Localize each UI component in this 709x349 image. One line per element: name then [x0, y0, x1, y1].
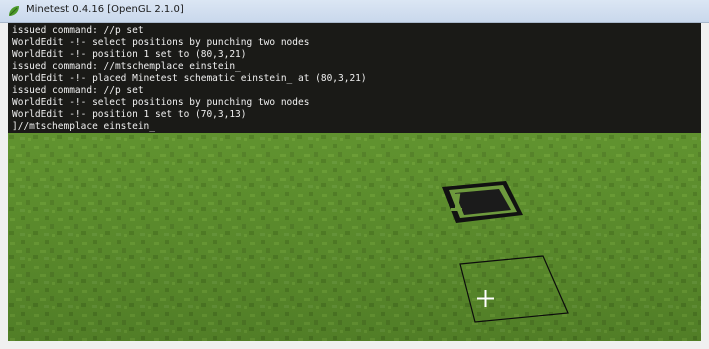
console-line: WorldEdit -!- placed Minetest schematic …: [12, 73, 367, 84]
console-line: WorldEdit -!- position 1 set to (70,3,13…: [12, 109, 247, 120]
game-window: Minetest 0.4.16 [OpenGL 2.1.0] 1 issued …: [0, 0, 709, 349]
console-line: issued command: //mtschemplace einstein_: [12, 61, 241, 72]
chat-console: issued command: //p set WorldEdit -!- se…: [8, 23, 701, 133]
minetest-leaf-icon: [9, 6, 19, 16]
console-line: issued command: //p set: [12, 25, 144, 36]
selection-outline: [459, 255, 569, 323]
console-input-line[interactable]: ]//mtschemplace einstein_: [12, 121, 155, 133]
schematic-marker-block: 1: [442, 181, 523, 223]
crosshair-icon: [477, 290, 494, 307]
window-title: Minetest 0.4.16 [OpenGL 2.1.0]: [26, 4, 184, 15]
title-bar[interactable]: Minetest 0.4.16 [OpenGL 2.1.0]: [0, 0, 709, 23]
game-viewport[interactable]: 1 issued command: //p set WorldEdit -!- …: [8, 23, 701, 341]
console-line: WorldEdit -!- select positions by punchi…: [12, 97, 310, 108]
console-line: WorldEdit -!- position 1 set to (80,3,21…: [12, 49, 247, 60]
console-line: issued command: //p set: [12, 85, 144, 96]
console-line: WorldEdit -!- select positions by punchi…: [12, 37, 310, 48]
